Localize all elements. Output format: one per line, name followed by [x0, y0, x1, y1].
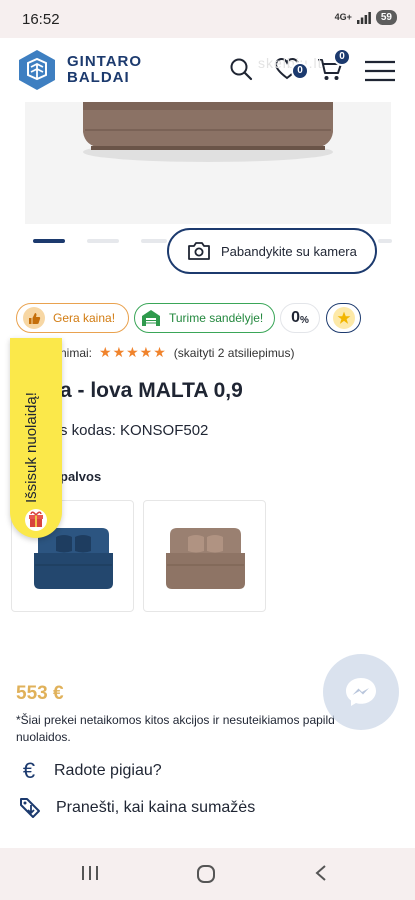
star-icon: [332, 307, 355, 329]
camera-icon: [188, 242, 210, 260]
thumbs-up-icon: [23, 307, 45, 329]
gift-icon: [25, 509, 47, 531]
product-sku: s kodas: KONSOF502: [60, 422, 209, 439]
site-header: GINTARO BALDAI: [0, 38, 415, 102]
warehouse-icon: [142, 310, 160, 326]
price-disclaimer: *Šiai prekei netaikomos kitos akcijos ir…: [16, 713, 335, 744]
brand-line-2: BALDAI: [67, 69, 130, 86]
cart-count-badge: 0: [333, 48, 351, 66]
wishlist-count-badge: 0: [291, 62, 309, 80]
swatch-image-brown: [166, 528, 245, 589]
battery-indicator: 59: [375, 10, 397, 25]
color-options-label: palvos: [60, 469, 102, 484]
good-price-label: Gera kaina!: [53, 311, 116, 325]
product-title: a - lova MALTA 0,9: [60, 379, 243, 402]
featured-star-tag[interactable]: [326, 303, 361, 333]
product-gallery[interactable]: [25, 102, 391, 224]
brand-logo-icon[interactable]: [16, 49, 58, 91]
good-price-tag[interactable]: Gera kaina!: [16, 303, 129, 333]
hamburger-menu-icon[interactable]: [365, 60, 395, 82]
reviews-link[interactable]: (skaityti 2 atsiliepimus): [174, 346, 295, 360]
gallery-dot-3[interactable]: [141, 239, 167, 243]
back-icon[interactable]: [314, 864, 328, 882]
gallery-dot-4[interactable]: [378, 239, 392, 243]
recent-apps-icon[interactable]: [80, 864, 100, 882]
try-with-camera-button[interactable]: Pabandykite su kamera: [167, 228, 377, 274]
rating-prefix: nimai:: [60, 345, 93, 360]
status-time: 16:52: [22, 11, 60, 28]
product-image: [83, 102, 333, 150]
status-icons: 4G+ 59: [335, 10, 397, 25]
brand-name[interactable]: GINTARO BALDAI: [67, 54, 142, 86]
camera-button-label: Pabandykite su kamera: [221, 243, 357, 259]
product-rating: nimai: ★★★★★ (skaityti 2 atsiliepimus): [60, 344, 294, 361]
price-drop-notify-link[interactable]: Pranešti, kai kaina sumažės: [18, 796, 255, 820]
home-icon[interactable]: [196, 864, 216, 884]
zero-percent-value: 0: [291, 309, 300, 326]
product-price: 553 €: [16, 683, 64, 704]
price-drop-notify-label: Pranešti, kai kaina sumažės: [56, 799, 256, 816]
in-stock-label: Turime sandėlyje!: [169, 311, 264, 325]
search-icon[interactable]: [229, 57, 253, 81]
color-swatch-brown[interactable]: [143, 500, 266, 612]
price-drop-icon: [20, 798, 40, 818]
zero-percent-tag[interactable]: 0%: [280, 303, 320, 333]
in-stock-tag[interactable]: Turime sandėlyje!: [134, 303, 275, 333]
rating-stars-icon: ★★★★★: [99, 344, 167, 360]
messenger-icon: [346, 678, 376, 706]
brand-line-1: GINTARO: [67, 53, 143, 70]
found-cheaper-link[interactable]: € Radote pigiau?: [18, 758, 162, 784]
found-cheaper-label: Radote pigiau?: [54, 762, 162, 779]
gallery-dot-2[interactable]: [87, 239, 119, 243]
discount-tab-label: Išsisuk nuolaidą!: [23, 392, 40, 503]
network-indicator: 4G+: [334, 12, 352, 22]
status-bar: 16:52 4G+ 59: [0, 0, 415, 38]
messenger-chat-button[interactable]: [323, 654, 399, 730]
android-navigation-bar: [0, 848, 415, 900]
signal-icon: [356, 11, 371, 24]
discount-side-tab[interactable]: Išsisuk nuolaidą!: [10, 338, 62, 538]
gallery-dot-1[interactable]: [33, 239, 65, 243]
euro-icon: €: [22, 758, 36, 783]
zero-percent-unit: %: [300, 314, 309, 326]
